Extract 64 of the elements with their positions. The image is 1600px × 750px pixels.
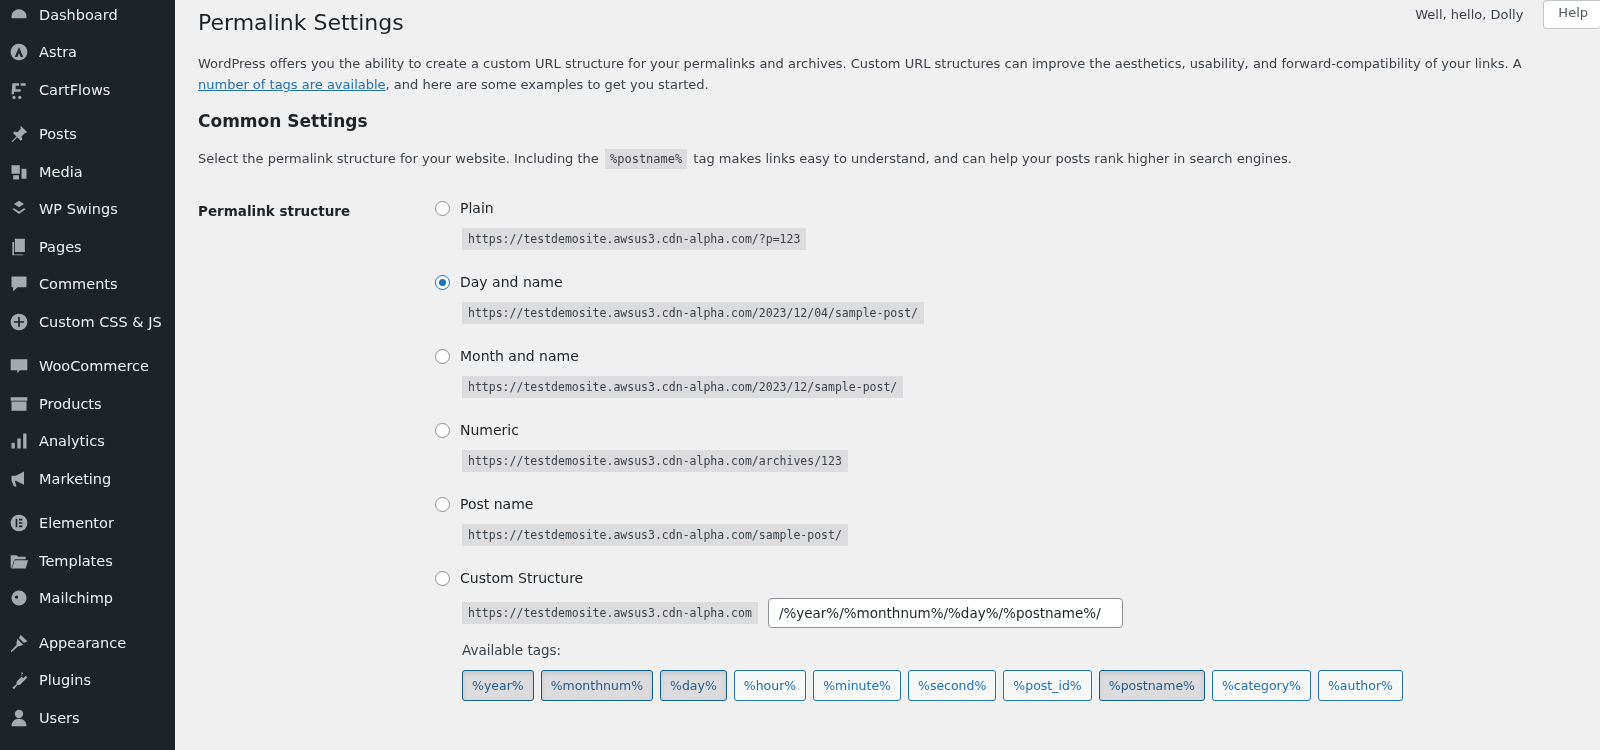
- radio-option[interactable]: Custom Structure: [435, 570, 1403, 586]
- sidebar-item[interactable]: Posts: [0, 115, 175, 153]
- plug-icon: [9, 670, 29, 691]
- url-example: https://testdemosite.awsus3.cdn-alpha.com/2023/12/sample-post/: [462, 376, 904, 398]
- sidebar-item[interactable]: WooCommerce: [0, 347, 175, 385]
- tag-button[interactable]: %category%: [1211, 670, 1311, 701]
- sidebar-item[interactable]: Comments: [0, 265, 175, 303]
- bar-chart-icon: [9, 431, 29, 452]
- custom-structure-input[interactable]: /%year%/%monthnum%/%day%/%postname%/: [767, 598, 1123, 628]
- sidebar-item[interactable]: CartFlows: [0, 71, 175, 109]
- tag-button[interactable]: %year%: [462, 670, 534, 701]
- tag-button[interactable]: %monthnum%: [540, 670, 653, 701]
- letter-e-icon: [9, 513, 29, 534]
- url-example: https://testdemosite.awsus3.cdn-alpha.com/archives/123: [462, 450, 848, 472]
- tags-label: Available tags:: [462, 642, 563, 658]
- sidebar-item[interactable]: Appearance: [0, 624, 175, 662]
- section-description: Select the permalink structure for your website. Including the %postname% tag makes links easy to understand, and can help your posts rank higher in search engines.: [198, 151, 1600, 166]
- sidebar-item[interactable]: Products: [0, 385, 175, 423]
- sidebar-item[interactable]: Users: [0, 699, 175, 737]
- tag-button[interactable]: %postname%: [1098, 670, 1205, 701]
- letter-a-icon: [9, 42, 29, 63]
- radio-option[interactable]: Post name: [435, 496, 1403, 512]
- radio-button[interactable]: [435, 496, 450, 512]
- sidebar-item[interactable]: Templates: [0, 542, 175, 580]
- tags-link[interactable]: number of tags are available: [198, 77, 386, 92]
- radio-button[interactable]: [435, 348, 450, 364]
- tag-button[interactable]: %author%: [1317, 670, 1403, 701]
- url-example: https://testdemosite.awsus3.cdn-alpha.com: [462, 602, 758, 624]
- tag-button[interactable]: %post_id%: [1003, 670, 1092, 701]
- url-example: https://testdemosite.awsus3.cdn-alpha.com/?p=123: [462, 228, 807, 250]
- sidebar-item[interactable]: Elementor: [0, 504, 175, 542]
- url-example: https://testdemosite.awsus3.cdn-alpha.com/2023/12/04/sample-post/: [462, 302, 925, 324]
- sidebar-item[interactable]: Marketing: [0, 460, 175, 498]
- radio-button[interactable]: [435, 200, 450, 216]
- radio-button[interactable]: [435, 274, 450, 290]
- url-example: https://testdemosite.awsus3.cdn-alpha.com/sample-post/: [462, 524, 848, 546]
- sidebar-item[interactable]: Dashboard: [0, 0, 175, 34]
- tag-button[interactable]: %second%: [908, 670, 997, 701]
- radio-button[interactable]: [435, 570, 450, 586]
- sidebar-item[interactable]: Mailchimp: [0, 579, 175, 617]
- sidebar-item[interactable]: Astra: [0, 33, 175, 71]
- sidebar-item[interactable]: Plugins: [0, 661, 175, 699]
- tag-button[interactable]: %minute%: [813, 670, 901, 701]
- field-label: Permalink structure: [198, 202, 352, 221]
- tag-button[interactable]: %day%: [660, 670, 727, 701]
- pin-icon: [9, 124, 29, 145]
- radio-button[interactable]: [435, 422, 450, 438]
- page-title: Permalink Settings: [198, 10, 404, 35]
- radio-option[interactable]: Plain: [435, 200, 1403, 216]
- tag-button[interactable]: %hour%: [733, 670, 807, 701]
- radio-option[interactable]: Day and name: [435, 274, 1403, 290]
- greeting-text: Well, hello, Dolly: [1415, 7, 1524, 22]
- paintbrush-icon: [9, 632, 29, 653]
- sidebar-item[interactable]: Pages: [0, 228, 175, 266]
- intro-paragraph: WordPress offers you the ability to create a custom URL structure for your permalinks and archives. Custom URL structures can improve the aesthetics, usability, and forward-compatibility of your links. A number of tags are available, and here are some examples to get you started.: [198, 55, 1523, 94]
- radio-option[interactable]: Numeric: [435, 422, 1403, 438]
- user-icon: [9, 707, 29, 728]
- sidebar-item[interactable]: Custom CSS & JS: [0, 303, 175, 341]
- radio-option[interactable]: Month and name: [435, 348, 1403, 364]
- sidebar-item[interactable]: WP Swings: [0, 190, 175, 228]
- section-title: Common Settings: [198, 111, 369, 131]
- help-button[interactable]: Help: [1543, 0, 1600, 29]
- sidebar-item[interactable]: Media: [0, 153, 175, 191]
- sidebar-item[interactable]: Analytics: [0, 422, 175, 460]
